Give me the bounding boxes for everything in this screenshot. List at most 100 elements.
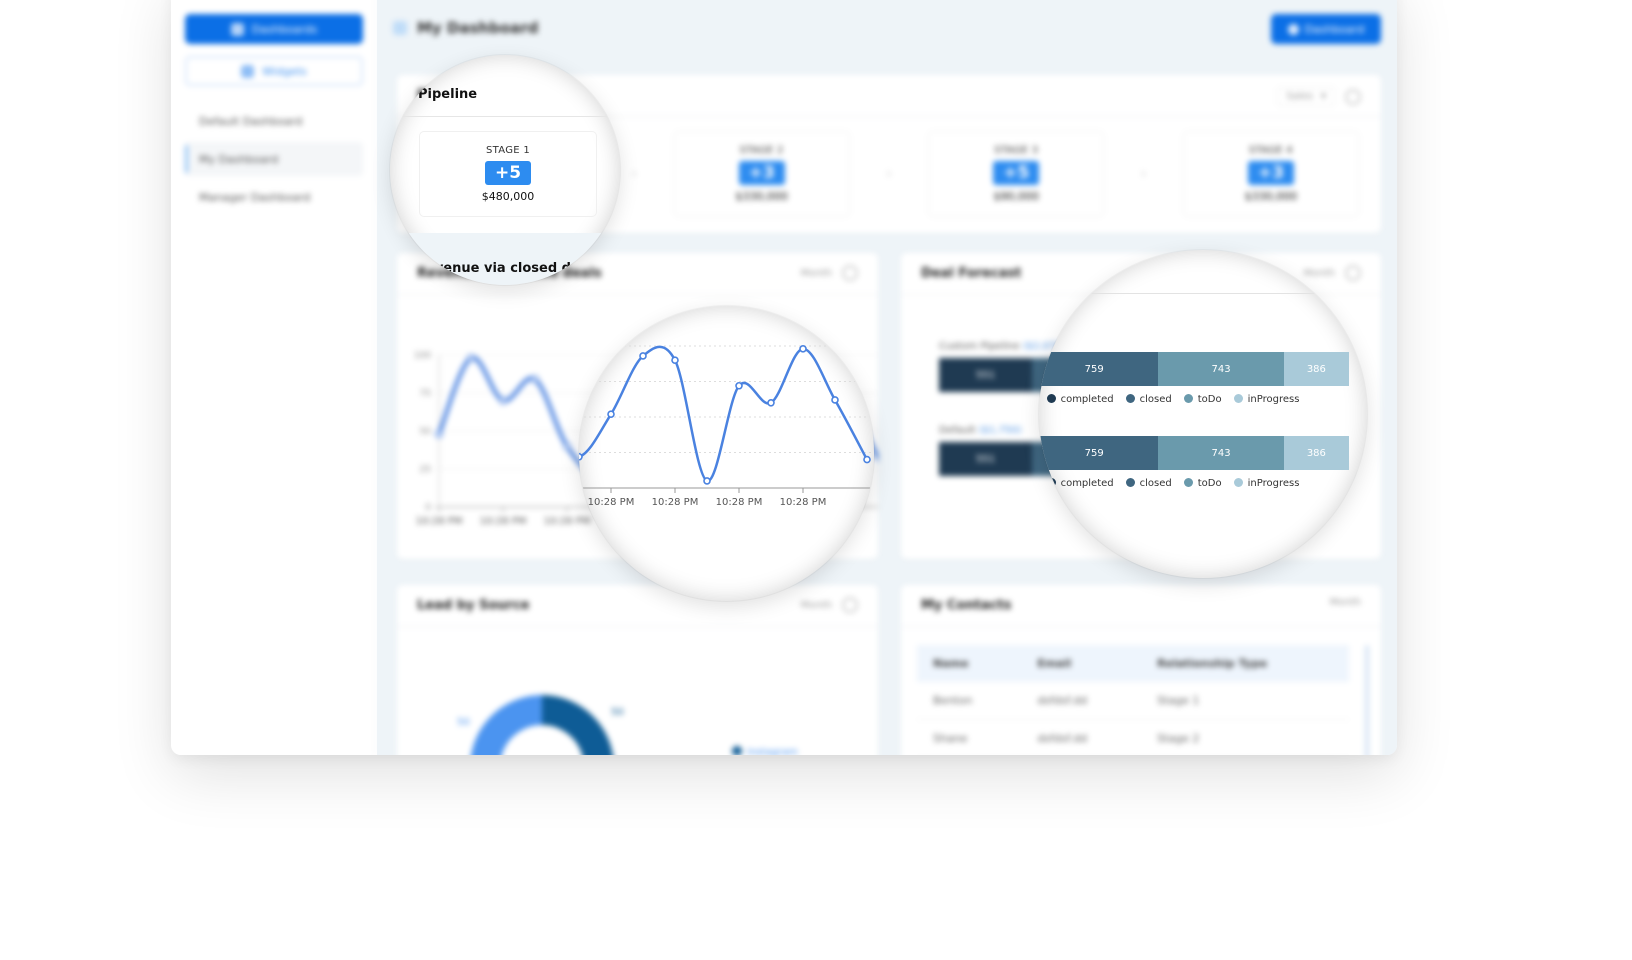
divider <box>390 116 620 117</box>
bar-segment-toDo[interactable]: 743 <box>1158 352 1284 386</box>
table-row[interactable]: Shane dsfdsf.dd Stage 2 <box>917 719 1349 755</box>
revenue-line-chart-magnified: 10:28 PM10:28 PM10:28 PM10:28 PM10:28 PM… <box>579 345 874 508</box>
legend-item-completed[interactable]: completed <box>1046 478 1114 489</box>
column-header-email[interactable]: Email <box>1021 645 1142 682</box>
stage-count-badge: +3 <box>738 161 785 185</box>
bar-segment-inProgress[interactable]: 386 <box>1283 436 1349 470</box>
widgets-label: Widgets <box>262 64 307 78</box>
revenue-filter-select[interactable]: Month <box>801 268 832 279</box>
add-dashboard-button[interactable]: Dashboard <box>1271 14 1381 44</box>
legend-item-completed[interactable]: completed <box>1046 394 1114 405</box>
menu-icon[interactable] <box>393 21 407 35</box>
gear-icon[interactable] <box>842 265 858 281</box>
data-point <box>467 354 475 362</box>
forecast-group-name: Custom Pipeline <box>939 341 1020 352</box>
magnifier-revenue-chart: 10:28 PM10:28 PM10:28 PM10:28 PM10:28 PM… <box>579 306 874 601</box>
lead-filter-select[interactable]: Month <box>801 600 832 611</box>
stage-amount: $330,000 <box>1244 190 1298 203</box>
add-dashboard-label: Dashboard <box>1304 22 1365 36</box>
sidebar-item-label: My Dashboard <box>199 152 279 166</box>
y-tick-label: 75 <box>420 389 431 399</box>
sidebar-item-default-dashboard[interactable]: Default Dashboard <box>185 104 363 138</box>
y-tick-label: 100 <box>414 351 431 361</box>
widget-icon <box>241 64 255 78</box>
contact-name: Shane <box>917 719 1022 755</box>
bar-segment-closed[interactable]: 759 <box>1039 436 1159 470</box>
stage-card[interactable]: STAGE 3 +5 $90,000 <box>928 131 1105 217</box>
forecast-group-amount: ($1,750) <box>978 425 1022 436</box>
stage-count-badge: +5 <box>484 161 532 185</box>
x-tick-label: 10:28 PM <box>716 497 763 508</box>
legend-label: inProgress <box>1247 478 1300 489</box>
lead-source-donut-chart: 5050InstagramNewspaper <box>457 695 798 755</box>
bar-segment-closed[interactable]: 759 <box>1039 352 1159 386</box>
legend-dot <box>1046 394 1056 403</box>
sidebar-item-label: Default Dashboard <box>199 114 303 128</box>
data-point <box>579 452 583 461</box>
widgets-button[interactable]: Widgets <box>185 56 363 86</box>
contacts-card: My Contacts Month Name Email Relationshi… <box>901 585 1381 755</box>
legend-dot <box>1125 394 1135 403</box>
gear-icon[interactable] <box>1345 265 1361 281</box>
data-point <box>767 399 775 407</box>
donut-slice-newspaper <box>471 695 542 755</box>
pipeline-filter-select[interactable]: Sales ▾ <box>1277 87 1335 106</box>
donut-slice-instagram <box>542 695 613 755</box>
dashboard-list: Default Dashboard My Dashboard Manager D… <box>185 104 363 218</box>
stage-amount: $330,000 <box>735 190 788 203</box>
legend-label: toDo <box>1197 394 1222 405</box>
data-point <box>435 430 443 438</box>
stacked-bar: 551759743386 <box>1039 352 1349 386</box>
legend-item-toDo[interactable]: toDo <box>1183 394 1222 405</box>
sidebar-item-manager-dashboard[interactable]: Manager Dashboard <box>185 180 363 214</box>
data-point <box>863 455 871 464</box>
lead-source-card: Lead by Source Month 5050InstagramNewspa… <box>397 585 878 755</box>
pipeline-filter-value: Sales <box>1286 91 1313 102</box>
legend-dot <box>732 746 742 755</box>
legend-label: toDo <box>1197 478 1222 489</box>
donut-value-label: 50 <box>457 717 470 728</box>
dashboards-button[interactable]: Dashboards <box>185 14 363 44</box>
pipeline-title-magnified: Pipeline <box>418 87 478 102</box>
legend-item-inProgress[interactable]: inProgress <box>1233 478 1300 489</box>
stage-card[interactable]: STAGE 4 +3 $330,000 <box>1182 131 1359 217</box>
gear-icon[interactable] <box>1345 88 1361 105</box>
bar-segment-completed[interactable]: 551 <box>939 358 1033 392</box>
x-tick-label: 10:28 PM <box>416 516 463 527</box>
contacts-table: Name Email Relationship Type Benton dsfd… <box>917 645 1349 755</box>
contacts-filter-select[interactable]: Month <box>1330 597 1361 608</box>
legend-item-inProgress[interactable]: inProgress <box>1233 394 1299 405</box>
legend-item-closed[interactable]: closed <box>1125 478 1172 489</box>
bar-segment-toDo[interactable]: 743 <box>1158 436 1284 470</box>
dashboard-icon <box>230 22 244 36</box>
contact-email: dsfdsf.dd <box>1021 682 1142 720</box>
sidebar-item-my-dashboard[interactable]: My Dashboard <box>185 142 363 176</box>
y-tick-label: 25 <box>420 465 431 475</box>
legend-item-closed[interactable]: closed <box>1125 394 1172 405</box>
sidebar-item-label: Manager Dashboard <box>199 190 311 204</box>
table-scrollbar[interactable] <box>1365 645 1369 755</box>
revenue-line <box>579 345 869 483</box>
column-header-name[interactable]: Name <box>917 645 1022 682</box>
data-point <box>607 410 615 418</box>
stage-card[interactable]: STAGE 2 +3 $330,000 <box>673 131 850 217</box>
data-point <box>799 345 807 353</box>
forecast-legend: completed closed toDo inProgress <box>1039 394 1349 405</box>
top-bar: My Dashboard Dashboard <box>377 0 1397 56</box>
bar-segment-completed[interactable]: 551 <box>939 442 1033 476</box>
forecast-filter-select[interactable]: Month <box>1304 268 1335 279</box>
legend-item-toDo[interactable]: toDo <box>1183 478 1222 489</box>
stage-count-badge: +3 <box>1247 161 1294 185</box>
stage-card-magnified[interactable]: STAGE 1 +5 $480,000 <box>419 131 597 217</box>
x-tick-label: 10:28 PM <box>780 497 827 508</box>
legend-label-instagram: Instagram <box>747 747 798 755</box>
y-tick-label: 0 <box>425 503 431 513</box>
table-row[interactable]: Benton dsfdsf.dd Stage 1 <box>917 682 1349 720</box>
gear-icon[interactable] <box>842 597 858 613</box>
bar-segment-inProgress[interactable]: 386 <box>1283 352 1349 386</box>
column-header-relationship[interactable]: Relationship Type <box>1141 645 1349 682</box>
legend-dot <box>1125 478 1135 487</box>
magnifier-pipeline: Pipeline STAGE 1 +5 $480,000 Revenue via… <box>390 55 620 285</box>
data-point <box>531 375 539 384</box>
data-point <box>671 356 679 365</box>
